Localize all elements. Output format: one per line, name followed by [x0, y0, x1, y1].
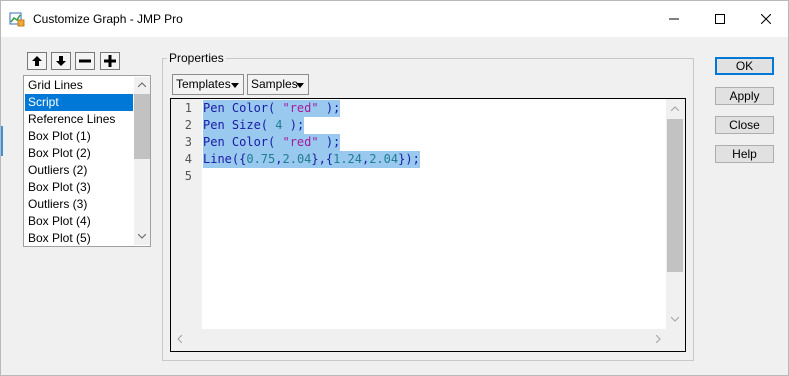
add-button[interactable]: [100, 52, 120, 70]
list-item[interactable]: Outliers (2): [25, 162, 133, 179]
background-window-edge: [1, 126, 3, 156]
ok-button[interactable]: OK: [715, 57, 774, 75]
line-number-gutter: 1 2 3 4 5: [171, 99, 202, 329]
list-scroll-thumb[interactable]: [134, 94, 150, 159]
move-up-button[interactable]: [27, 52, 47, 70]
apply-button[interactable]: Apply: [715, 87, 774, 105]
samples-dropdown-label: Samples: [251, 77, 298, 91]
list-item[interactable]: Box Plot (4): [25, 213, 133, 230]
list-item[interactable]: Grid Lines: [25, 77, 133, 94]
chevron-right-icon: [656, 335, 661, 343]
graph-element-list[interactable]: Grid Lines Script Reference Lines Box Pl…: [23, 75, 151, 247]
maximize-icon: [715, 14, 725, 24]
code-area[interactable]: Pen Color( "red" ); Pen Size( 4 ); Pen C…: [202, 99, 666, 329]
chevron-down-icon: [138, 234, 146, 239]
properties-label: Properties: [167, 51, 226, 65]
close-icon: [761, 14, 771, 24]
customize-graph-window: Customize Graph - JMP Pro Grid Lines Scr…: [0, 0, 789, 376]
chevron-up-icon: [138, 82, 146, 87]
dropdown-arrow-icon: [231, 83, 239, 88]
code-line-2[interactable]: Pen Size( 4 );: [203, 117, 305, 134]
dropdown-arrow-icon: [296, 83, 304, 88]
list-item[interactable]: Outliers (3): [25, 196, 133, 213]
maximize-button[interactable]: [697, 1, 743, 37]
window-title: Customize Graph - JMP Pro: [33, 12, 183, 26]
chevron-down-icon: [671, 317, 679, 322]
line-number: 2: [184, 118, 192, 132]
plus-icon: [104, 55, 116, 67]
list-item[interactable]: Reference Lines: [25, 111, 133, 128]
editor-scroll-thumb[interactable]: [667, 119, 683, 272]
close-window-button[interactable]: [743, 1, 789, 37]
help-button[interactable]: Help: [715, 145, 774, 163]
jmp-graph-icon: [9, 12, 25, 27]
arrow-down-icon: [56, 56, 66, 66]
title-bar[interactable]: Customize Graph - JMP Pro: [1, 1, 788, 37]
chevron-left-icon: [177, 335, 182, 343]
code-line-1[interactable]: Pen Color( "red" );: [203, 100, 341, 117]
templates-dropdown-label: Templates: [176, 77, 231, 91]
line-number: 1: [184, 101, 192, 115]
minus-icon: [79, 59, 91, 63]
minimize-button[interactable]: [651, 1, 697, 37]
script-editor[interactable]: 1 2 3 4 5 Pen Color( "red" ); Pen Size( …: [170, 98, 686, 352]
remove-button[interactable]: [75, 52, 95, 70]
line-number: 3: [184, 135, 192, 149]
list-item[interactable]: Box Plot (3): [25, 179, 133, 196]
list-item[interactable]: Box Plot (5): [25, 230, 133, 246]
line-number: 4: [184, 152, 192, 166]
list-scrollbar[interactable]: [134, 77, 150, 245]
arrow-up-icon: [32, 56, 42, 66]
editor-horizontal-scrollbar[interactable]: [171, 329, 666, 349]
chevron-up-icon: [671, 106, 679, 111]
list-item-selected[interactable]: Script: [25, 94, 133, 111]
line-number: 5: [184, 169, 192, 183]
move-down-button[interactable]: [51, 52, 71, 70]
close-button[interactable]: Close: [715, 116, 774, 134]
list-item[interactable]: Box Plot (1): [25, 128, 133, 145]
minimize-icon: [669, 18, 679, 20]
editor-vertical-scrollbar[interactable]: [666, 99, 684, 329]
templates-dropdown[interactable]: Templates: [172, 74, 244, 95]
list-item[interactable]: Box Plot (2): [25, 145, 133, 162]
code-line-4[interactable]: Line({0.75,2.04},{1.24,2.04});: [203, 151, 420, 168]
code-line-3[interactable]: Pen Color( "red" );: [203, 134, 341, 151]
samples-dropdown[interactable]: Samples: [247, 74, 309, 95]
